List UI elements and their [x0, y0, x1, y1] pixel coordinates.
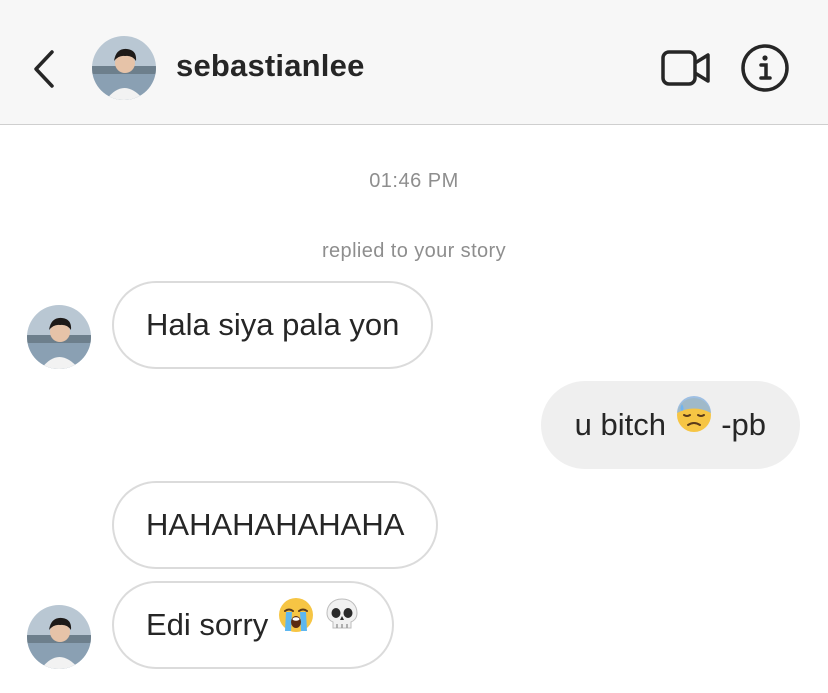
header-avatar[interactable] — [92, 36, 156, 100]
message-text: Hala siya pala yon — [146, 307, 400, 342]
incoming-message-bubble[interactable]: Edi sorry — [112, 581, 394, 669]
chat-header: sebastianlee — [0, 0, 828, 125]
incoming-message-bubble[interactable]: HAHAHAHAHAHA — [112, 481, 439, 569]
sender-avatar[interactable] — [27, 305, 91, 369]
chevron-left-icon — [34, 50, 54, 88]
message-text: Edi sorry — [146, 607, 269, 642]
outgoing-message-bubble[interactable]: u bitch -pb — [540, 381, 800, 469]
back-button[interactable] — [26, 46, 62, 92]
story-reply-note: replied to your story — [321, 240, 507, 262]
message-text: HAHAHAHAHAHA — [146, 507, 405, 542]
video-camera-icon — [661, 50, 710, 86]
skull-emoji — [324, 582, 360, 666]
sender-avatar[interactable] — [27, 605, 91, 669]
conversation-info-button[interactable] — [740, 43, 790, 93]
downcast-sweat-emoji — [675, 382, 713, 466]
message-text: -pb — [721, 407, 766, 442]
message-timestamp: 01:46 PM — [369, 170, 459, 192]
incoming-message-bubble[interactable]: Hala siya pala yon — [112, 281, 434, 369]
chat-username[interactable]: sebastianlee — [176, 48, 365, 84]
loudly-crying-emoji — [277, 582, 315, 666]
message-text: u bitch — [574, 407, 666, 442]
info-icon — [741, 44, 789, 92]
video-call-button[interactable] — [660, 48, 712, 88]
